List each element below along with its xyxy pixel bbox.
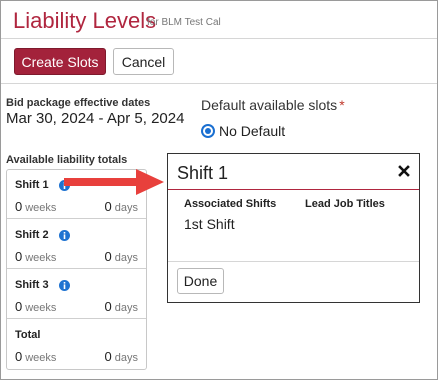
days-value: 0 [104,349,112,364]
lead-job-titles-header: Lead Job Titles [305,198,385,210]
popover-title: Shift 1 [177,163,229,183]
page-subtitle: for BLM Test Cal [147,17,221,28]
create-slots-button[interactable]: Create Slots [14,48,106,75]
popover-divider [168,189,419,190]
page-title: Liability Levels [13,8,157,33]
slot-weeks: 0 weeks [15,349,56,364]
close-icon[interactable] [398,164,410,177]
default-slots-label: Default available slots * [201,97,345,113]
info-icon[interactable] [59,280,70,291]
bid-package-label: Bid package effective dates [6,97,151,109]
weeks-unit: weeks [25,352,57,364]
weeks-value: 0 [15,299,23,314]
weeks-value: 0 [15,349,23,364]
weeks-value: 0 [15,249,23,264]
default-slots-label-text: Default available slots [201,97,338,113]
slot-total: Total 0 weeks 0 days [7,320,146,369]
days-unit: days [114,302,138,314]
slot-days: 0 days [105,199,138,214]
days-value: 0 [104,299,112,314]
days-value: 0 [104,249,112,264]
weeks-unit: weeks [25,252,57,264]
shift-details-popover: Shift 1 Associated Shifts Lead Job Title… [167,153,420,303]
toolbar: Create Slots Cancel [1,40,437,84]
slot-name: Shift 2 [15,229,49,241]
done-button[interactable]: Done [177,268,224,294]
page-header: Liability Levels for BLM Test Cal [1,1,437,39]
slot-days: 0 days [105,349,138,364]
slot-shift-3: Shift 3 0 weeks 0 days [7,270,146,319]
associated-shifts-header: Associated Shifts [184,198,277,210]
slot-days: 0 days [105,249,138,264]
no-default-radio[interactable] [201,124,215,138]
slot-name: Shift 1 [15,179,49,191]
slot-name: Shift 3 [15,279,49,291]
slot-shift-2: Shift 2 0 weeks 0 days [7,220,146,269]
weeks-unit: weeks [25,202,57,214]
no-default-label[interactable]: No Default [219,123,285,139]
callout-arrow-icon [64,169,164,195]
slot-weeks: 0 weeks [15,299,56,314]
cancel-button[interactable]: Cancel [113,48,174,75]
slot-days: 0 days [105,299,138,314]
slot-weeks: 0 weeks [15,199,56,214]
info-icon[interactable] [59,230,70,241]
days-value: 0 [104,199,112,214]
bid-package-dates: Mar 30, 2024 - Apr 5, 2024 [6,110,185,127]
popover-footer-divider [168,261,419,262]
slot-weeks: 0 weeks [15,249,56,264]
weeks-unit: weeks [25,302,57,314]
days-unit: days [114,352,138,364]
required-marker: * [339,97,345,113]
available-totals-label: Available liability totals [6,154,128,166]
available-totals-panel: Shift 1 0 weeks 0 days Shift 2 0 weeks 0 day… [6,169,147,370]
associated-shift-value: 1st Shift [184,216,235,232]
days-unit: days [114,202,138,214]
weeks-value: 0 [15,199,23,214]
days-unit: days [114,252,138,264]
slot-name: Total [15,329,41,341]
